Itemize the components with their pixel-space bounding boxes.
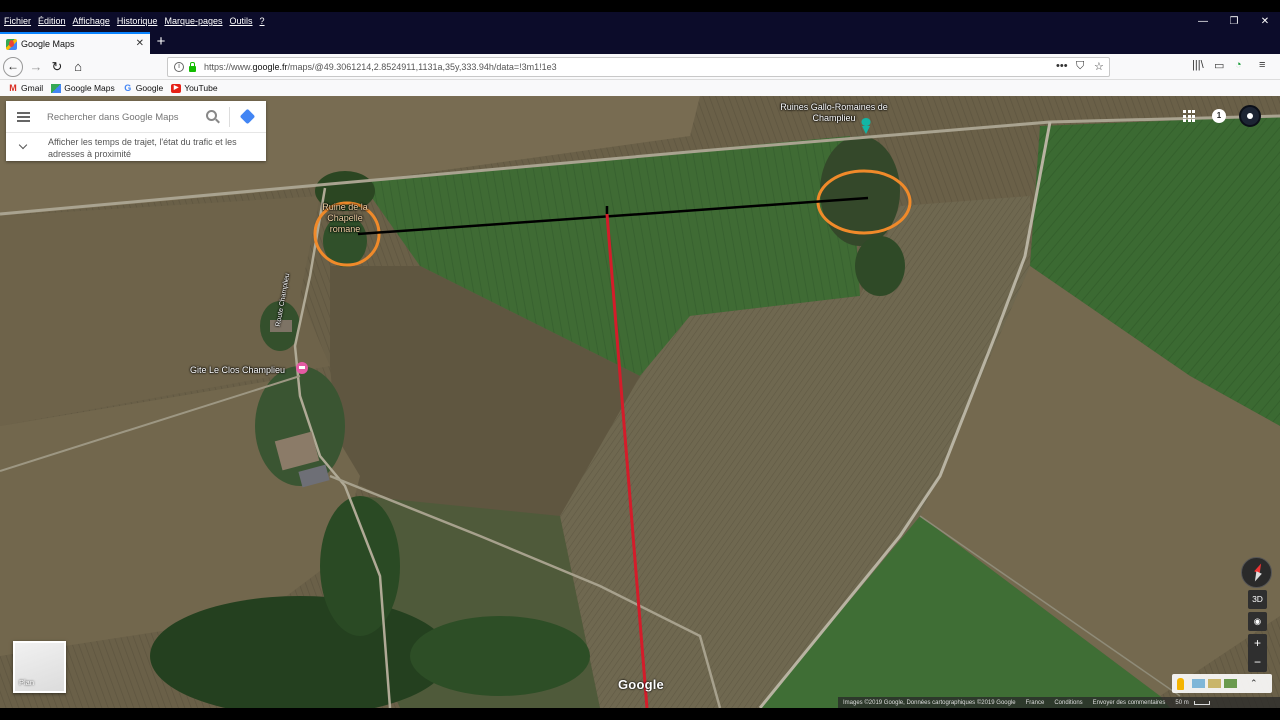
bookmark-star-icon[interactable]: ☆ (1094, 60, 1104, 73)
directions-icon[interactable] (239, 108, 256, 125)
tab-google-maps[interactable]: Google Maps ✕ (0, 32, 150, 54)
home-icon[interactable]: ⌂ (69, 58, 87, 76)
collapse-chevron-icon[interactable]: ⌃ (1250, 678, 1258, 689)
restore-icon[interactable]: ❐ (1219, 12, 1249, 30)
lock-icon (189, 61, 196, 72)
search-divider (229, 107, 230, 127)
zoom-out-button[interactable]: − (1248, 653, 1267, 672)
traffic-toggle-row[interactable]: Afficher les temps de trajet, l'état du … (6, 133, 266, 161)
hamburger-menu-icon[interactable] (17, 112, 30, 122)
pocket-icon[interactable]: ⛉ (1076, 60, 1084, 73)
map-footer: Images ©2019 Google, Données cartographi… (838, 697, 1280, 708)
bookmark-google[interactable]: G Google (123, 83, 163, 93)
youtube-icon: ▶ (171, 83, 182, 93)
bookmark-label: Google (135, 83, 164, 93)
url-prefix: https://www. (204, 62, 253, 72)
menu-bar: Fichier Édition Affichage Historique Mar… (0, 12, 1280, 30)
menu-fichier[interactable]: Fichier (1, 16, 34, 26)
menu-help[interactable]: ? (257, 16, 268, 26)
imagery-thumb-3[interactable] (1224, 679, 1237, 688)
my-location-icon[interactable]: ◉ (1248, 612, 1267, 631)
google-apps-grid-icon[interactable] (1183, 110, 1195, 122)
ruins-label[interactable]: Ruines Gallo-Romaines de Champlieu (779, 102, 889, 124)
map-type-toggle-plan[interactable]: Plan (13, 641, 66, 693)
url-path: /maps/@49.3061214,2.8524911,1131a,35y,33… (287, 62, 557, 72)
gite-label[interactable]: Gite Le Clos Champlieu (190, 365, 285, 375)
compass-icon[interactable] (1241, 557, 1272, 588)
menu-affichage[interactable]: Affichage (70, 16, 113, 26)
google-maps-icon (51, 83, 62, 93)
chevron-down-icon[interactable] (18, 140, 28, 150)
compass-needle-south (1252, 571, 1262, 583)
menu-marque-pages[interactable]: Marque-pages (161, 16, 225, 26)
close-window-icon[interactable]: ✕ (1250, 12, 1280, 30)
bookmarks-bar: M Gmail Google Maps G Google ▶ YouTube (0, 80, 1280, 96)
tab-title: Google Maps (21, 39, 75, 49)
menu-outils[interactable]: Outils (227, 16, 256, 26)
bookmark-youtube[interactable]: ▶ YouTube (171, 83, 218, 93)
country-link[interactable]: France (1026, 700, 1045, 706)
minimize-icon[interactable]: — (1188, 12, 1218, 30)
bookmark-label: Gmail (21, 83, 44, 93)
bookmark-gmail[interactable]: M Gmail (8, 83, 43, 93)
tab-bar: Google Maps ✕ (0, 30, 1280, 54)
traffic-text: Afficher les temps de trajet, l'état du … (48, 137, 237, 159)
bottom-black-strip (0, 708, 1280, 720)
overflow-menu-icon[interactable]: ≡ (1259, 59, 1265, 71)
page-actions-icon[interactable]: ••• (1056, 60, 1068, 72)
street-view-panel[interactable]: ⌃ (1172, 674, 1272, 693)
bookmark-google-maps[interactable]: Google Maps (51, 83, 115, 93)
satellite-map[interactable]: Afficher les temps de trajet, l'état du … (0, 96, 1280, 708)
url-text: https://www.google.fr/maps/@49.3061214,2… (204, 62, 557, 72)
reload-icon[interactable]: ↻ (48, 58, 66, 76)
imagery-thumb-1[interactable] (1192, 679, 1205, 688)
address-bar[interactable]: i https://www.google.fr/maps/@49.3061214… (167, 57, 1110, 77)
google-icon: G (124, 82, 132, 93)
extension-icon[interactable]: ◔ (1235, 59, 1242, 71)
info-icon[interactable]: i (174, 62, 184, 72)
menu-historique[interactable]: Historique (114, 16, 161, 26)
account-avatar[interactable] (1239, 105, 1261, 127)
search-input[interactable] (47, 110, 197, 124)
notification-badge[interactable]: 1 (1212, 109, 1226, 123)
menu-edition[interactable]: Édition (35, 16, 69, 26)
tab-close-icon[interactable]: ✕ (136, 38, 144, 49)
library-icon[interactable]: |||\ (1192, 59, 1204, 71)
imagery-thumb-2[interactable] (1208, 679, 1221, 688)
scale-bar (1193, 700, 1210, 705)
google-logo: Google (618, 677, 664, 692)
search-row (6, 101, 266, 133)
conditions-link[interactable]: Conditions (1054, 700, 1082, 706)
search-icon[interactable] (206, 110, 217, 121)
forward-arrow-icon[interactable]: → (27, 58, 45, 76)
bookmark-label: Google Maps (64, 83, 115, 93)
maps-search-panel: Afficher les temps de trajet, l'état du … (6, 101, 266, 161)
attribution-text: Images ©2019 Google, Données cartographi… (843, 699, 1016, 706)
satellite-imagery (0, 96, 1280, 708)
pegman-icon[interactable] (1177, 677, 1184, 690)
plan-label: Plan (19, 678, 35, 687)
screen: Fichier Édition Affichage Historique Mar… (0, 0, 1280, 720)
scale-label[interactable]: 50 m (1175, 700, 1188, 706)
gmail-icon: M (9, 82, 17, 93)
top-black-strip (0, 0, 1280, 12)
new-tab-plus-icon[interactable]: + (154, 32, 168, 52)
back-arrow-icon[interactable]: ← (3, 57, 23, 77)
feedback-link[interactable]: Envoyer des commentaires (1093, 700, 1166, 706)
url-host: google.fr (252, 62, 288, 72)
google-maps-favicon-icon (6, 38, 17, 50)
chapel-label[interactable]: Ruine de la Chapelle romane (315, 202, 375, 235)
bookmark-label: YouTube (184, 83, 218, 93)
navigation-toolbar: ← → ↻ ⌂ i https://www.google.fr/maps/@49… (0, 54, 1280, 80)
tilt-3d-button[interactable]: 3D (1248, 590, 1267, 609)
zoom-in-button[interactable]: + (1248, 634, 1267, 653)
sidebar-icon[interactable]: ▭ (1214, 59, 1224, 72)
